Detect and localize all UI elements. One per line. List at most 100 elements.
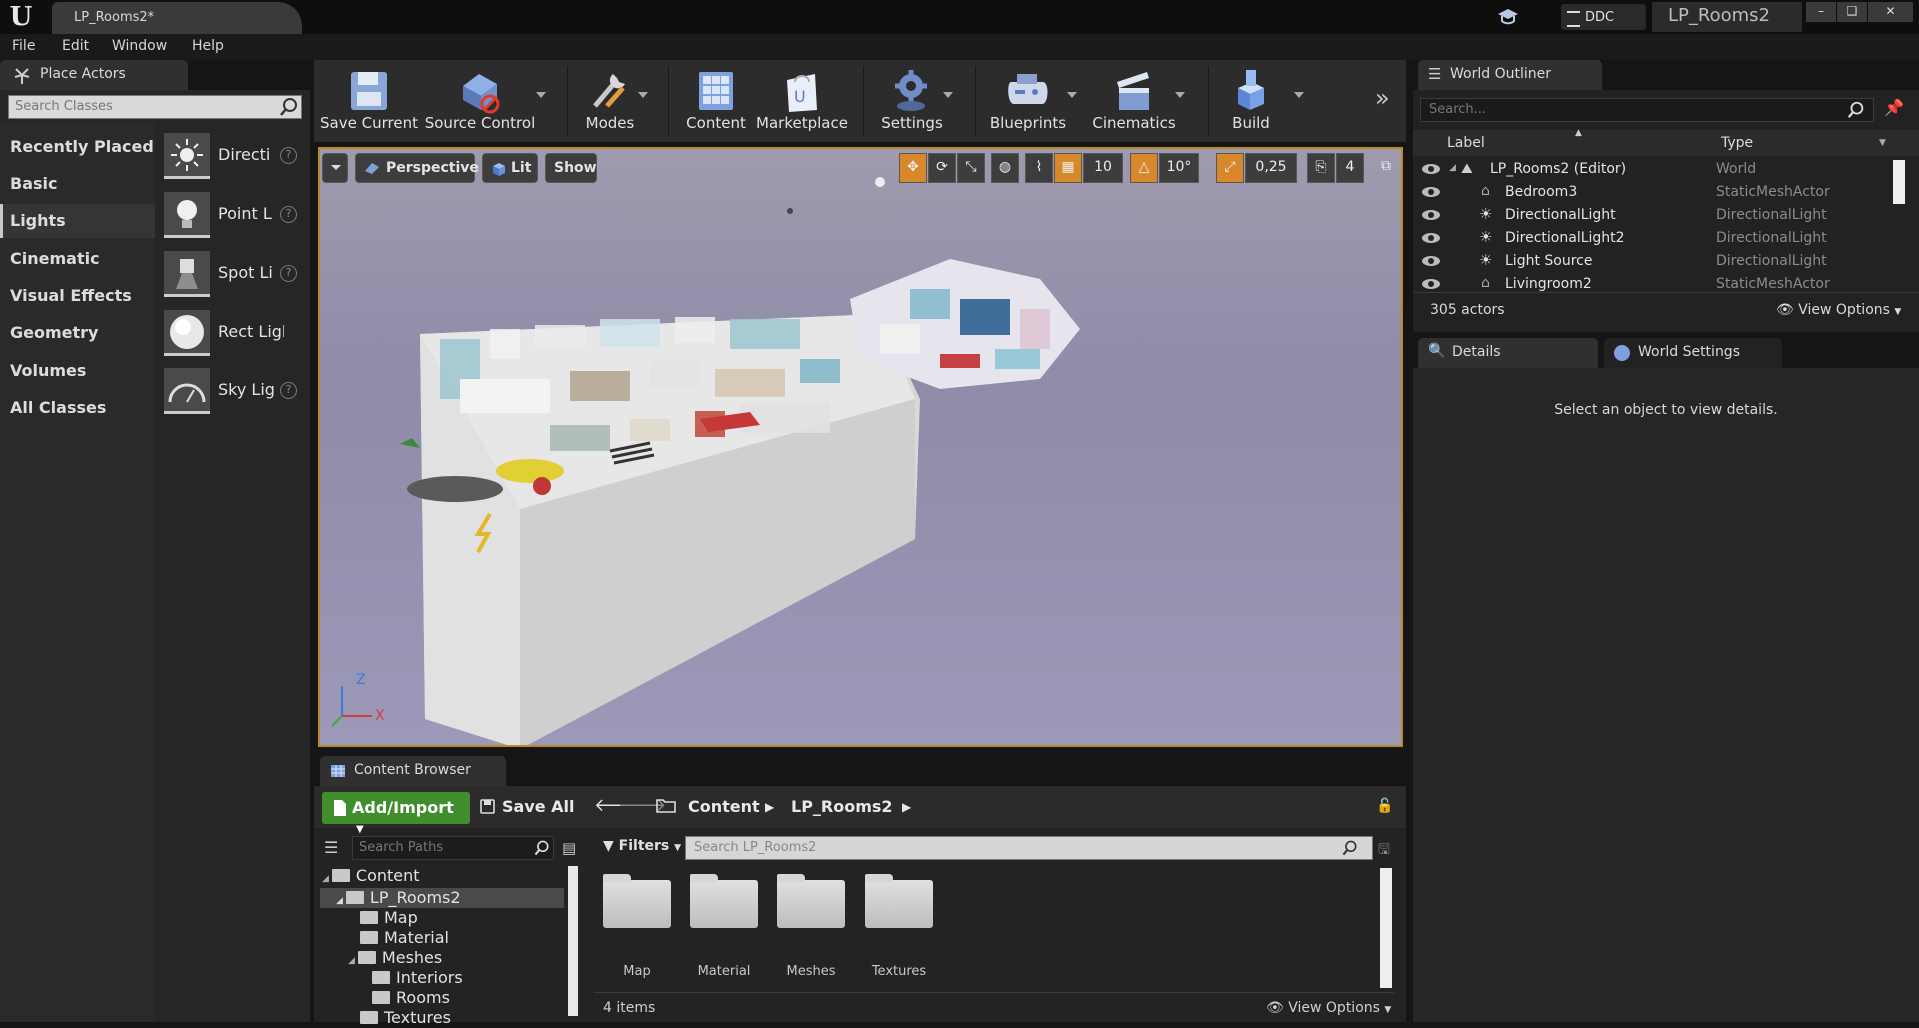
help-icon[interactable]: ? [280, 265, 297, 282]
outliner-scrollbar[interactable] [1893, 160, 1905, 204]
tree-item-map[interactable]: Map [360, 908, 418, 928]
visibility-eye-icon[interactable] [1421, 277, 1441, 291]
marketplace-button[interactable]: U Marketplace [754, 60, 850, 142]
breadcrumb-content[interactable]: Content [688, 797, 760, 816]
expand-arrow-icon[interactable]: ◢ [336, 896, 343, 906]
visibility-eye-icon[interactable] [1421, 231, 1441, 245]
content-browser-tab[interactable]: Content Browser [320, 756, 506, 786]
outliner-row[interactable]: ⌂ Bedroom3 StaticMeshActor [1413, 181, 1893, 204]
close-button[interactable]: ✕ [1868, 2, 1913, 22]
minimize-button[interactable]: – [1806, 2, 1836, 22]
tree-item-textures[interactable]: Textures [360, 1008, 451, 1028]
world-space-icon[interactable]: ◍ [991, 153, 1019, 183]
actor-item-directional-light[interactable]: Directi ? [164, 129, 304, 181]
outliner-row[interactable]: ☀ Light Source DirectionalLight [1413, 250, 1893, 273]
cinematics-button[interactable]: Cinematics [1090, 60, 1178, 142]
scale-snap-value[interactable]: 0,25 [1245, 153, 1297, 183]
outliner-row[interactable]: ☀ DirectionalLight DirectionalLight [1413, 204, 1893, 227]
tree-item-interiors[interactable]: Interiors [372, 968, 463, 988]
help-icon[interactable]: ? [280, 382, 297, 399]
class-search-input[interactable]: Search Classes [8, 95, 302, 119]
col-label-header[interactable]: Label [1447, 135, 1485, 151]
asset-search-input[interactable]: Search LP_Rooms2 [685, 836, 1373, 860]
tree-item-content[interactable]: ◢ Content [322, 866, 420, 886]
settings-button[interactable]: Settings [872, 60, 952, 142]
tree-item-meshes[interactable]: ◢ Meshes [348, 948, 442, 968]
help-icon[interactable]: ? [280, 206, 297, 223]
chevron-down-icon[interactable]: ▼ [1879, 138, 1886, 148]
perspective-button[interactable]: Perspective [355, 153, 479, 183]
menu-file[interactable]: File [12, 38, 35, 54]
source-control-button[interactable]: Source Control [424, 60, 536, 142]
level-viewport[interactable] [318, 147, 1403, 747]
asset-scrollbar[interactable] [1380, 868, 1392, 988]
content-view-options-button[interactable]: 👁 View Options ▼ [1266, 1000, 1391, 1016]
actor-item-rect-light[interactable]: Rect Light [164, 306, 304, 358]
asset-folder-map[interactable]: Map [601, 874, 673, 986]
blueprints-dropdown-icon[interactable] [1067, 92, 1077, 98]
search-icon[interactable] [1341, 839, 1359, 857]
scale-snap-icon[interactable]: ⤢ [1216, 153, 1244, 183]
lit-button[interactable]: Lit [482, 153, 538, 183]
path-view-options-icon[interactable]: ▤ [562, 839, 576, 857]
menu-edit[interactable]: Edit [62, 38, 89, 54]
category-volumes[interactable]: Volumes [0, 354, 155, 388]
surface-snap-icon[interactable]: ⌇ [1025, 153, 1053, 183]
camera-speed-icon[interactable]: ⎘ [1307, 153, 1335, 183]
asset-folder-textures[interactable]: Textures [863, 874, 935, 986]
breadcrumb-lp-rooms2[interactable]: LP_Rooms2 [791, 797, 893, 816]
maximize-viewport-icon[interactable]: ⧉ [1375, 153, 1397, 183]
category-recently-placed[interactable]: Recently Placed [0, 130, 155, 164]
search-icon[interactable] [533, 839, 551, 857]
actor-item-sky-light[interactable]: Sky Lig ? [164, 364, 304, 416]
world-settings-tab[interactable]: World Settings [1604, 338, 1782, 368]
rotation-snap-icon[interactable]: △ [1130, 153, 1158, 183]
outliner-search-input[interactable]: Search... [1420, 98, 1874, 122]
search-icon[interactable] [1846, 100, 1866, 120]
content-button[interactable]: Content [680, 60, 752, 142]
translate-tool-icon[interactable]: ✥ [899, 153, 927, 183]
outliner-view-options-button[interactable]: 👁 View Options ▼ [1776, 302, 1901, 318]
help-icon[interactable]: ? [280, 147, 297, 164]
source-control-dropdown-icon[interactable] [536, 92, 546, 98]
save-search-icon[interactable]: 🖫 [1378, 839, 1390, 863]
build-button[interactable]: Build [1216, 60, 1286, 142]
grid-snap-value[interactable]: 10 [1083, 153, 1123, 183]
save-current-button[interactable]: Save Current [320, 60, 418, 142]
expand-arrow-icon[interactable]: ◢ [348, 956, 355, 966]
scale-tool-icon[interactable]: ⤡ [957, 153, 985, 183]
settings-dropdown-icon[interactable] [943, 92, 953, 98]
menu-window[interactable]: Window [112, 38, 167, 54]
breadcrumb-separator-icon[interactable]: ▶ [902, 800, 911, 814]
sources-toggle-icon[interactable]: ☰ [324, 838, 338, 857]
blueprints-button[interactable]: Blueprints [986, 60, 1070, 142]
viewport-options-button[interactable] [322, 153, 348, 183]
category-basic[interactable]: Basic [0, 167, 155, 201]
modes-dropdown-icon[interactable] [638, 92, 648, 98]
actor-item-spot-light[interactable]: Spot Li ? [164, 247, 304, 299]
document-tab[interactable]: LP_Rooms2* [52, 2, 302, 34]
outliner-row[interactable]: ☀ DirectionalLight2 DirectionalLight [1413, 227, 1893, 250]
category-geometry[interactable]: Geometry [0, 316, 155, 350]
actor-item-point-light[interactable]: Point L ? [164, 188, 304, 240]
path-search-input[interactable]: Search Paths [352, 836, 554, 860]
tree-scrollbar[interactable] [568, 866, 578, 1016]
outliner-row[interactable]: ⌂ Livingroom2 StaticMeshActor [1413, 273, 1893, 291]
asset-folder-material[interactable]: Material [688, 874, 760, 986]
cinematics-dropdown-icon[interactable] [1175, 92, 1185, 98]
category-lights[interactable]: Lights [0, 204, 155, 238]
rotation-snap-value[interactable]: 10° [1159, 153, 1199, 183]
tree-item-material[interactable]: Material [360, 928, 449, 948]
lock-icon[interactable]: 🔓 [1376, 798, 1393, 814]
search-icon[interactable] [278, 96, 300, 118]
build-dropdown-icon[interactable] [1294, 92, 1304, 98]
visibility-eye-icon[interactable] [1421, 162, 1441, 176]
tutorial-icon[interactable] [1494, 6, 1522, 28]
save-all-button[interactable]: Save All [480, 797, 575, 816]
filters-button[interactable]: ▼ Filters ▼ [603, 838, 681, 854]
details-tab[interactable]: 🔍 Details [1418, 338, 1598, 368]
col-type-header[interactable]: Type [1721, 135, 1753, 151]
maximize-button[interactable]: ❑ [1837, 2, 1867, 22]
camera-speed-value[interactable]: 4 [1336, 153, 1364, 183]
expand-arrow-icon[interactable]: ◢ [1449, 163, 1456, 173]
